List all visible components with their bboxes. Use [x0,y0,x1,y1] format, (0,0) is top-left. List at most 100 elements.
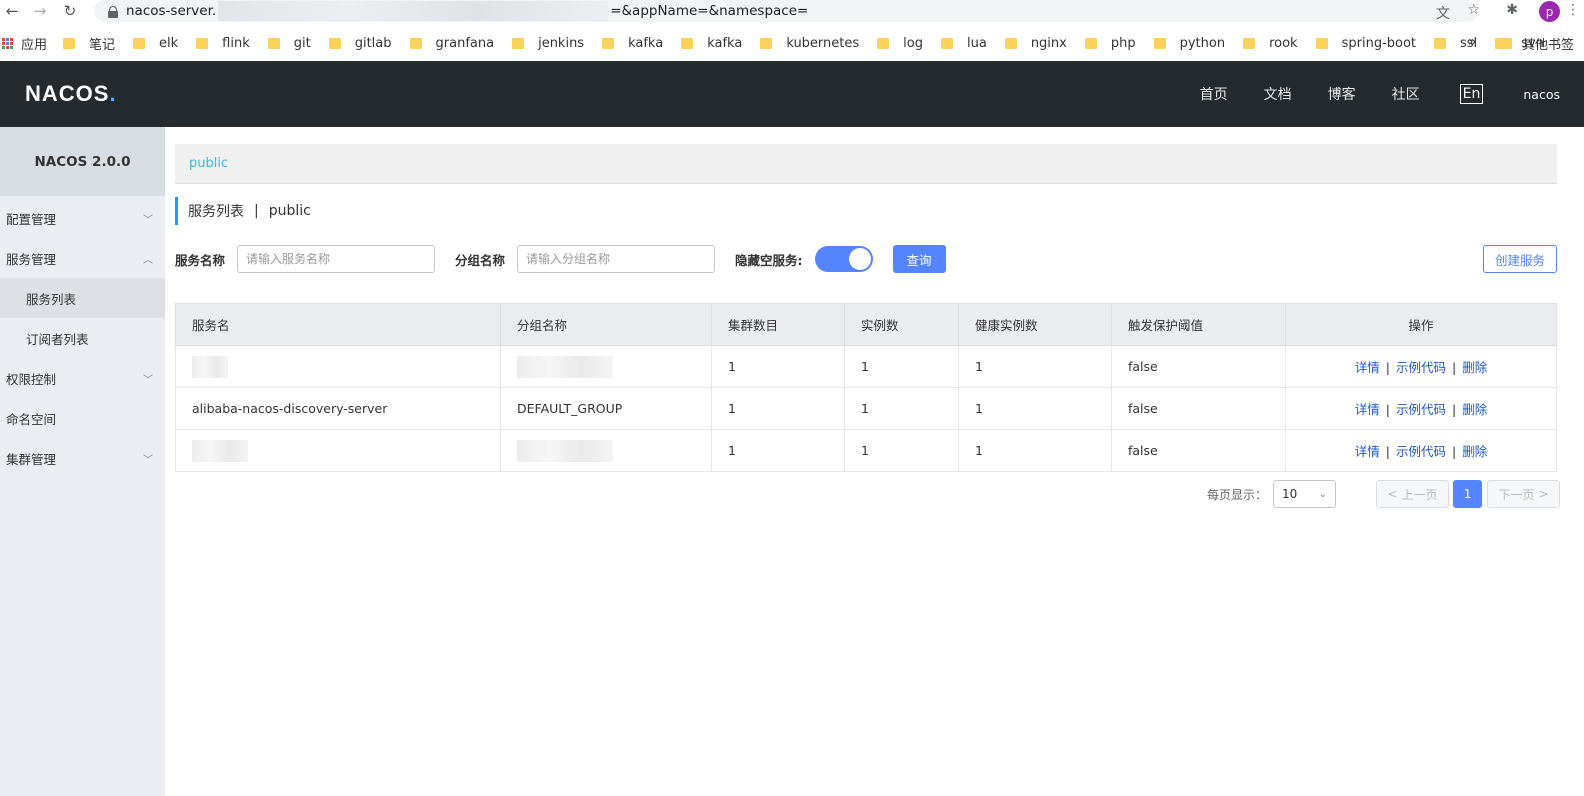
bookmark-item[interactable]: gitlab [328,31,392,55]
bookmark-item[interactable]: nginx [1004,31,1067,55]
cell-instance-count: 1 [844,387,959,430]
address-bar[interactable]: nacos-server. =&appName=&namespace= [94,0,1479,22]
nav-community[interactable]: 社区 [1392,84,1420,104]
bookmark-other[interactable]: 其他书签 [1500,31,1574,55]
browser-toolbar: ← → ↻ nacos-server. =&appName=&namespace… [0,0,1584,24]
bookmark-item[interactable]: flink [196,31,250,55]
page-title: 服务列表 | public [175,197,311,225]
folder-icon [1004,37,1017,49]
cell-group-name [500,345,712,388]
cell-cluster-count: 1 [711,387,845,430]
sidebar-item-auth[interactable]: 权限控制 ﹀ [0,358,165,398]
lock-icon [108,5,118,18]
bookmark-item[interactable]: rook [1243,31,1298,55]
folder-icon [133,37,146,49]
sidebar-item-config[interactable]: 配置管理 ﹀ [0,198,165,238]
nav-docs[interactable]: 文档 [1264,84,1292,104]
folder-icon [760,37,773,49]
bookmark-item[interactable]: php [1084,31,1136,55]
service-name-label: 服务名称 [175,252,226,268]
page-size-select[interactable]: 10 ⌄ [1273,480,1337,508]
cell-service-name: alibaba-nacos-discovery-server [175,387,501,430]
translate-icon[interactable]: 文 [1436,3,1450,23]
redacted-text [517,439,613,462]
nav-blog[interactable]: 博客 [1328,84,1356,104]
namespace-public[interactable]: public [189,156,228,171]
col-group-name: 分组名称 [500,303,712,346]
bookmarks-bar: 应用 笔记 elk flink git gitlab granfana jenk… [0,31,1584,55]
detail-link[interactable]: 详情 [1355,360,1380,375]
bookmark-item[interactable]: elk [133,31,178,55]
app-header: NACOS. 首页 文档 博客 社区 En nacos [0,61,1584,127]
language-switch[interactable]: En [1459,84,1484,104]
bookmarks-more[interactable]: » [1468,34,1477,50]
delete-link[interactable]: 删除 [1462,402,1487,417]
nav-home[interactable]: 首页 [1200,84,1228,104]
bookmark-item[interactable]: log [877,31,923,55]
sample-code-link[interactable]: 示例代码 [1396,360,1446,375]
bookmark-apps[interactable]: 应用 [21,34,47,53]
detail-link[interactable]: 详情 [1355,444,1380,459]
sidebar-title: NACOS 2.0.0 [0,127,165,196]
cell-service-name [175,345,501,388]
sample-code-link[interactable]: 示例代码 [1396,402,1446,417]
toggle-knob [848,248,871,270]
col-healthy-count: 健康实例数 [958,303,1112,346]
bookmark-item[interactable]: granfana [409,31,494,55]
cell-threshold: false [1111,387,1286,430]
folder-icon [1500,37,1512,49]
chevron-up-icon: ︿ [143,255,153,266]
profile-avatar[interactable]: p [1539,1,1560,22]
bookmark-item[interactable]: kafka [602,31,663,55]
next-page-button[interactable]: 下一页 > [1487,480,1561,508]
sidebar-item-subscriber-list[interactable]: 订阅者列表 [0,318,165,358]
prev-page-button[interactable]: < 上一页 [1376,480,1450,508]
folder-icon [681,37,694,49]
menu-icon[interactable]: ⋮ [1566,2,1580,18]
cell-healthy-count: 1 [958,387,1112,430]
bookmark-item[interactable]: git [267,31,311,55]
group-name-input[interactable] [517,245,716,273]
extensions-icon[interactable]: ✱ [1506,2,1518,18]
chevron-down-icon: ﹀ [143,215,153,226]
page-number-current[interactable]: 1 [1453,480,1483,508]
create-service-button[interactable]: 创建服务 [1482,245,1557,273]
bookmark-item[interactable]: 笔记 [63,31,115,55]
cell-threshold: false [1111,429,1286,472]
hide-empty-toggle[interactable] [814,246,873,272]
sidebar-item-namespace[interactable]: 命名空间 [0,398,165,438]
query-button[interactable]: 查询 [892,245,946,273]
folder-icon [877,37,890,49]
bookmark-item[interactable]: spring-boot [1315,31,1416,55]
col-instance-count: 实例数 [844,303,959,346]
detail-link[interactable]: 详情 [1355,402,1380,417]
folder-icon [1243,37,1256,49]
reload-icon[interactable]: ↻ [60,1,80,21]
bookmark-item[interactable]: kubernetes [760,31,859,55]
star-icon[interactable]: ☆ [1467,2,1480,18]
cell-cluster-count: 1 [711,429,845,472]
sidebar-item-service[interactable]: 服务管理 ︿ [0,238,165,278]
delete-link[interactable]: 删除 [1462,444,1487,459]
delete-link[interactable]: 删除 [1462,360,1487,375]
forward-icon[interactable]: → [30,1,50,21]
bookmark-item[interactable]: kafka [681,31,742,55]
folder-icon [602,37,615,49]
sample-code-link[interactable]: 示例代码 [1396,444,1446,459]
apps-icon[interactable] [2,37,13,49]
bookmark-item[interactable]: jenkins [512,31,584,55]
top-nav: 首页 文档 博客 社区 En nacos [1200,61,1584,127]
bookmark-item[interactable]: python [1153,31,1225,55]
cell-service-name [175,429,501,472]
sidebar-item-cluster[interactable]: 集群管理 ﹀ [0,438,165,478]
user-name[interactable]: nacos [1523,87,1560,102]
nacos-logo[interactable]: NACOS. [25,81,117,107]
redacted-text [192,355,228,378]
sidebar-item-service-list[interactable]: 服务列表 [0,278,165,318]
service-table: 服务名 分组名称 集群数目 实例数 健康实例数 触发保护阈值 操作 1 1 1 … [175,303,1557,472]
service-name-input[interactable] [237,245,436,273]
back-icon[interactable]: ← [2,1,22,21]
col-operations: 操作 [1285,303,1557,346]
bookmark-item[interactable]: lua [940,31,987,55]
folder-icon [63,37,76,49]
